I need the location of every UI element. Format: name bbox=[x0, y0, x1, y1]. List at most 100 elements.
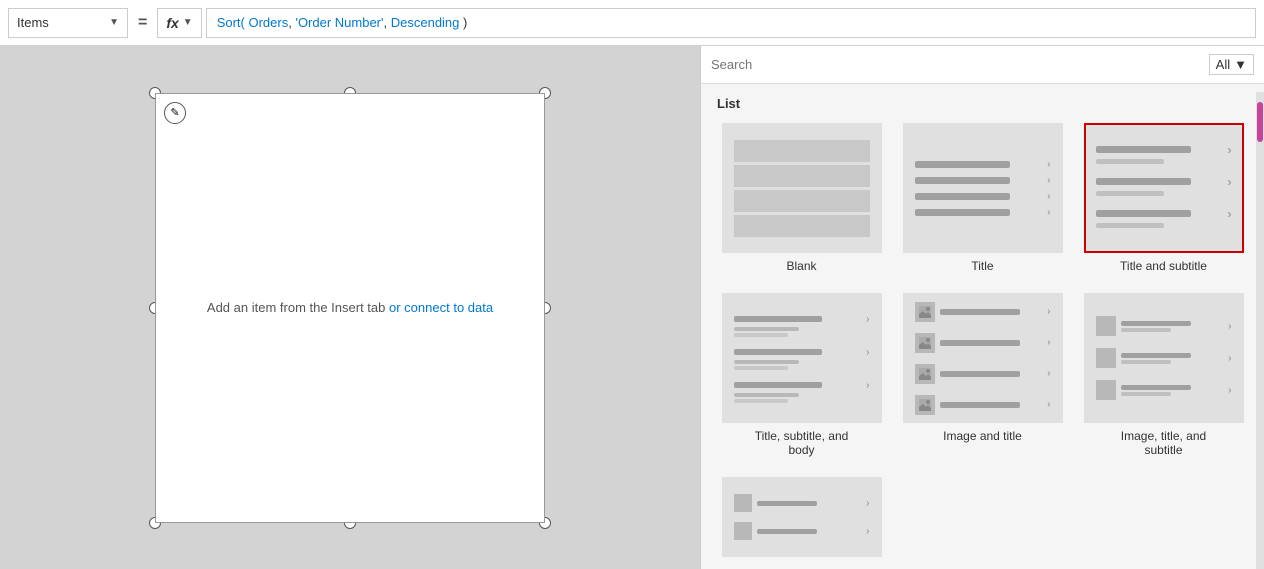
tsb-preview-rows: › › bbox=[734, 314, 870, 403]
ts-bar-sub-2 bbox=[1096, 191, 1164, 196]
formula-text: Sort( Orders, 'Order Number', Descending… bbox=[217, 15, 468, 30]
fx-button[interactable]: fx ▼ bbox=[157, 8, 201, 38]
it-row-3: › bbox=[915, 364, 1051, 384]
template-preview-it: › › bbox=[903, 293, 1063, 423]
ts-bar-main-3 bbox=[1096, 210, 1191, 217]
its-row-2: › bbox=[1096, 348, 1232, 368]
it-arrow-1: › bbox=[1047, 306, 1050, 317]
tsb-sub-1 bbox=[734, 327, 799, 331]
extra-arrow-1: › bbox=[866, 498, 869, 509]
its-text-3 bbox=[1121, 385, 1191, 396]
items-dropdown-arrow: ▼ bbox=[109, 17, 119, 28]
its-img-2 bbox=[1096, 348, 1116, 368]
blank-row-4 bbox=[734, 215, 870, 237]
tsb-body-3 bbox=[734, 399, 788, 403]
template-preview-tsb: › › bbox=[722, 293, 882, 423]
template-extra-1[interactable]: › › bbox=[717, 477, 886, 563]
template-preview-title: › › › › bbox=[903, 123, 1063, 253]
filter-dropdown[interactable]: All ▼ bbox=[1209, 54, 1254, 75]
main-area: ✎ Add an item from the Insert tab or con… bbox=[0, 46, 1264, 569]
title-row-3: › bbox=[915, 191, 1051, 202]
its-main-3 bbox=[1121, 385, 1191, 390]
it-bar-4 bbox=[940, 402, 1020, 408]
its-sub-2 bbox=[1121, 360, 1171, 364]
template-label-it: Image and title bbox=[943, 429, 1022, 443]
ts-arrow-2: › bbox=[1228, 175, 1232, 189]
tsb-arrow-3: › bbox=[866, 380, 869, 391]
scrollbar-thumb[interactable] bbox=[1257, 102, 1263, 142]
template-label-tsb: Title, subtitle, andbody bbox=[755, 429, 849, 457]
template-blank[interactable]: Blank bbox=[717, 123, 886, 273]
search-input[interactable] bbox=[711, 57, 1201, 72]
it-arrow-4: › bbox=[1047, 399, 1050, 410]
template-preview-extra-1: › › bbox=[722, 477, 882, 557]
extra-1-row-2: › bbox=[734, 522, 870, 540]
it-row-2: › bbox=[915, 333, 1051, 353]
extra-1-row-1: › bbox=[734, 494, 870, 512]
canvas-connect-link[interactable]: or connect to data bbox=[389, 300, 493, 315]
scrollbar-track[interactable] bbox=[1256, 92, 1264, 569]
edit-icon[interactable]: ✎ bbox=[164, 102, 186, 124]
it-row-1: › bbox=[915, 302, 1051, 322]
its-sub-1 bbox=[1121, 328, 1171, 332]
template-preview-blank bbox=[722, 123, 882, 253]
its-row-3: › bbox=[1096, 380, 1232, 400]
title-row-4: › bbox=[915, 207, 1051, 218]
template-preview-its: › › bbox=[1084, 293, 1244, 423]
blank-preview-rows bbox=[734, 140, 870, 237]
extra-img-2 bbox=[734, 522, 752, 540]
it-bar-2 bbox=[940, 340, 1020, 346]
template-image-title-subtitle[interactable]: › › bbox=[1079, 293, 1248, 457]
formula-table: Orders bbox=[245, 15, 288, 30]
tsb-sub-2 bbox=[734, 360, 799, 364]
canvas-area: ✎ Add an item from the Insert tab or con… bbox=[0, 46, 700, 569]
template-image-title[interactable]: › › bbox=[898, 293, 1067, 457]
its-arrow-3: › bbox=[1228, 385, 1231, 396]
it-row-1-content bbox=[915, 302, 1020, 322]
templates-grid-row2: › › bbox=[717, 293, 1248, 457]
filter-arrow: ▼ bbox=[1234, 57, 1247, 72]
tsb-arrow-2: › bbox=[866, 347, 869, 358]
ts-row-1: › bbox=[1096, 143, 1232, 164]
its-preview-rows: › › bbox=[1096, 316, 1232, 400]
items-dropdown[interactable]: Items ▼ bbox=[8, 8, 128, 38]
template-title-subtitle-body[interactable]: › › bbox=[717, 293, 886, 457]
template-label-title-subtitle: Title and subtitle bbox=[1120, 259, 1207, 273]
its-row-1-content bbox=[1096, 316, 1191, 336]
template-title-subtitle[interactable]: › › bbox=[1079, 123, 1248, 273]
templates-grid-row1: Blank › › bbox=[717, 123, 1248, 273]
tsb-arrow-1: › bbox=[866, 314, 869, 325]
formula-bar[interactable]: Sort( Orders, 'Order Number', Descending… bbox=[206, 8, 1256, 38]
equals-sign: = bbox=[132, 14, 153, 32]
it-bar-1 bbox=[940, 309, 1020, 315]
ts-row-3: › bbox=[1096, 207, 1232, 228]
its-row-2-content bbox=[1096, 348, 1191, 368]
items-label: Items bbox=[17, 15, 103, 30]
tsb-main-2 bbox=[734, 349, 822, 355]
tsb-row-1-inner: › bbox=[734, 314, 870, 325]
formula-close: ) bbox=[459, 15, 467, 30]
title-row-2: › bbox=[915, 175, 1051, 186]
template-title[interactable]: › › › › bbox=[898, 123, 1067, 273]
it-img-1 bbox=[915, 302, 935, 322]
filter-label: All bbox=[1216, 57, 1230, 72]
ts-bar-sub-1 bbox=[1096, 159, 1164, 164]
right-panel: All ▼ List bbox=[700, 46, 1264, 569]
ts-bar-main-2 bbox=[1096, 178, 1191, 185]
extra-1-row-1-content bbox=[734, 494, 817, 512]
it-preview-rows: › › bbox=[915, 302, 1051, 415]
canvas-container: ✎ Add an item from the Insert tab or con… bbox=[155, 93, 545, 523]
it-img-4 bbox=[915, 395, 935, 415]
its-text-2 bbox=[1121, 353, 1191, 364]
section-title: List bbox=[717, 96, 1248, 111]
its-text-1 bbox=[1121, 321, 1191, 332]
ts-bar-main-1 bbox=[1096, 146, 1191, 153]
tsb-sub-3 bbox=[734, 393, 799, 397]
canvas-frame: ✎ Add an item from the Insert tab or con… bbox=[155, 93, 545, 523]
extra-bar-1 bbox=[757, 501, 817, 506]
blank-row-3 bbox=[734, 190, 870, 212]
tsb-row-2: › bbox=[734, 347, 870, 370]
tsb-row-1: › bbox=[734, 314, 870, 337]
template-preview-title-subtitle: › › bbox=[1084, 123, 1244, 253]
tsb-body-1 bbox=[734, 333, 788, 337]
